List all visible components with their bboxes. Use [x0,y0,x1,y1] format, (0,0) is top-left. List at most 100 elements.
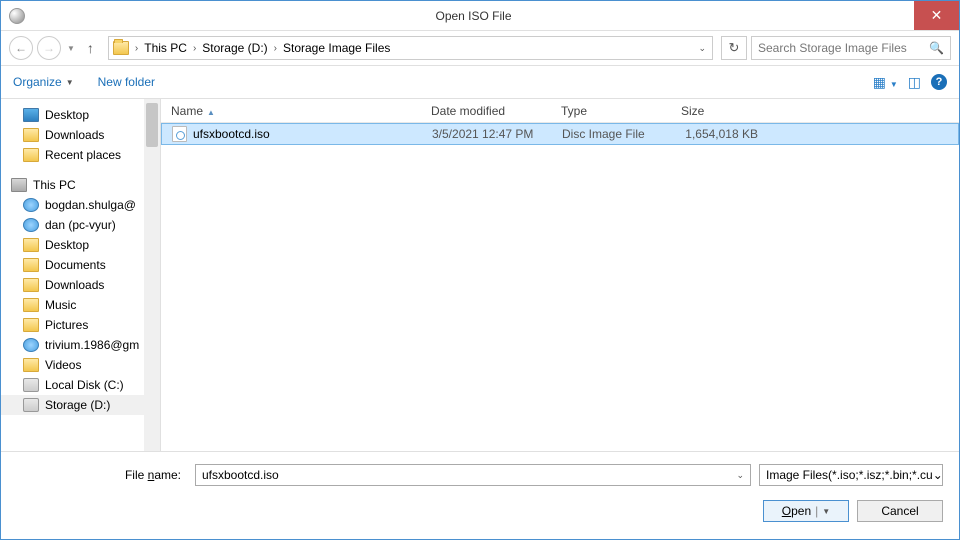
col-name[interactable]: Name▲ [161,104,421,118]
file-name: ufsxbootcd.iso [193,127,270,141]
folder-icon [23,318,39,332]
tree-item-label: Music [45,298,76,312]
tree-item[interactable]: Desktop [1,235,160,255]
tree-item-label: dan (pc-vyur) [45,218,116,232]
net-icon [23,218,39,232]
back-button[interactable]: ← [9,36,33,60]
file-list: Name▲ Date modified Type Size ufsxbootcd… [161,99,959,451]
net-icon [23,198,39,212]
iso-file-icon [172,126,187,142]
folder-icon [23,298,39,312]
tree-item[interactable]: bogdan.shulga@ [1,195,160,215]
nav-tree[interactable]: Desktop Downloads Recent places This PC bogd… [1,99,161,451]
tree-item[interactable]: Local Disk (C:) [1,375,160,395]
sort-asc-icon: ▲ [203,108,215,117]
monitor-icon [23,108,39,122]
folder-icon [23,148,39,162]
folder-icon [23,128,39,142]
drive-icon [23,398,39,412]
tree-item-label: Downloads [45,278,104,292]
filename-label: File name: [17,468,187,482]
tree-item-label: bogdan.shulga@ [45,198,136,212]
chevron-right-icon[interactable]: › [133,43,140,54]
breadcrumb-seg[interactable]: Storage Image Files [283,41,390,55]
up-button[interactable]: ↑ [81,40,100,56]
col-type[interactable]: Type [551,104,671,118]
tree-item[interactable]: Videos [1,355,160,375]
file-size: 1,654,018 KB [672,127,782,141]
tree-scrollbar[interactable] [144,99,160,451]
folder-icon [23,358,39,372]
view-details-icon[interactable]: ▦ ▼ [873,74,898,91]
folder-icon [23,238,39,252]
tree-item[interactable]: Downloads [1,125,160,145]
window-title: Open ISO File [33,9,914,23]
file-date: 3/5/2021 12:47 PM [422,127,552,141]
address-bar[interactable]: › This PC › Storage (D:) › Storage Image… [108,36,713,60]
tree-item[interactable]: This PC [1,175,160,195]
tree-item[interactable]: Documents [1,255,160,275]
tree-item-label: Pictures [45,318,88,332]
search-input[interactable]: Search Storage Image Files 🔍 [751,36,951,60]
file-type: Disc Image File [552,127,672,141]
tree-item-label: Downloads [45,128,104,142]
filter-text: Image Files(*.iso;*.isz;*.bin;*.cu [766,468,933,482]
filename-dropdown[interactable]: ⌄ [736,470,744,481]
title-bar: Open ISO File ✕ [1,1,959,31]
address-dropdown[interactable]: ⌄ [698,43,708,54]
net-icon [23,338,39,352]
tree-item[interactable]: dan (pc-vyur) [1,215,160,235]
tree-item-label: Desktop [45,108,89,122]
window-controls: ✕ [914,1,959,30]
tree-item-label: Desktop [45,238,89,252]
chevron-right-icon[interactable]: › [191,43,198,54]
folder-icon [23,278,39,292]
filetype-filter[interactable]: Image Files(*.iso;*.isz;*.bin;*.cu ⌄ [759,464,943,486]
tree-item[interactable]: Recent places [1,145,160,165]
app-icon [9,8,25,24]
new-folder-button[interactable]: New folder [98,75,155,89]
folder-icon [23,258,39,272]
nav-bar: ← → ▼ ↑ › This PC › Storage (D:) › Stora… [1,31,959,65]
tree-item[interactable]: Music [1,295,160,315]
tree-item-label: Storage (D:) [45,398,110,412]
toolbar: Organize ▼ New folder ▦ ▼ ◫ ? [1,65,959,99]
help-icon[interactable]: ? [931,74,947,90]
open-button[interactable]: Open |▼ [763,500,849,522]
organize-menu[interactable]: Organize ▼ [13,75,74,89]
refresh-button[interactable]: ↻ [721,36,747,60]
table-row[interactable]: ufsxbootcd.iso 3/5/2021 12:47 PMDisc Imag… [161,123,959,145]
tree-item-label: Videos [45,358,81,372]
breadcrumb-seg[interactable]: This PC [144,41,187,55]
footer: File name: ufsxbootcd.iso ⌄ Image Files(… [1,451,959,534]
search-placeholder: Search Storage Image Files [758,41,929,55]
tree-item[interactable]: Storage (D:) [1,395,160,415]
tree-item-label: Documents [45,258,106,272]
search-icon: 🔍 [929,41,944,55]
tree-item[interactable]: Pictures [1,315,160,335]
tree-item-label: This PC [33,178,76,192]
tree-item-label: Local Disk (C:) [45,378,124,392]
history-dropdown[interactable]: ▼ [65,44,77,53]
preview-pane-icon[interactable]: ◫ [908,74,921,91]
chevron-right-icon[interactable]: › [272,43,279,54]
cancel-button[interactable]: Cancel [857,500,943,522]
tree-item-label: trivium.1986@gm [45,338,139,352]
col-date[interactable]: Date modified [421,104,551,118]
tree-item[interactable]: Desktop [1,105,160,125]
col-size[interactable]: Size [671,104,781,118]
list-rows[interactable]: ufsxbootcd.iso 3/5/2021 12:47 PMDisc Imag… [161,123,959,451]
close-button[interactable]: ✕ [914,1,959,30]
filter-dropdown[interactable]: ⌄ [933,468,943,482]
tree-item[interactable]: trivium.1986@gm [1,335,160,355]
list-header: Name▲ Date modified Type Size [161,99,959,123]
drive-icon [23,378,39,392]
forward-button[interactable]: → [37,36,61,60]
breadcrumb-seg[interactable]: Storage (D:) [202,41,267,55]
tree-item[interactable]: Downloads [1,275,160,295]
body: Desktop Downloads Recent places This PC bogd… [1,99,959,451]
filename-input[interactable]: ufsxbootcd.iso ⌄ [195,464,751,486]
filename-value: ufsxbootcd.iso [202,468,279,482]
scrollbar-thumb[interactable] [146,103,158,147]
tree-item-label: Recent places [45,148,121,162]
